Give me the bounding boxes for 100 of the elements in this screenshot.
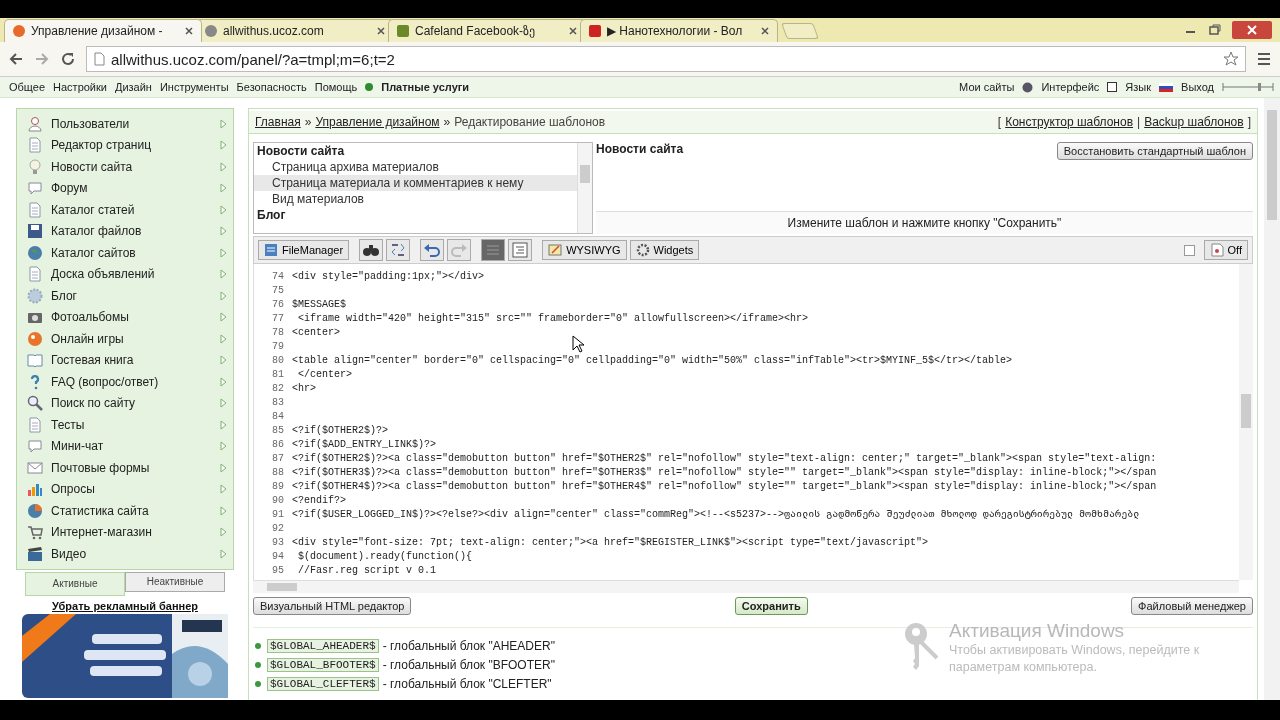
undo-icon[interactable] xyxy=(420,239,445,261)
sidebar-item[interactable]: Блог xyxy=(23,285,227,307)
file-manager-button[interactable]: FileManager xyxy=(258,240,350,260)
sidebar-item[interactable]: Интернет-магазин xyxy=(23,521,227,543)
menu-item[interactable]: Мои сайты xyxy=(959,81,1015,93)
restore-icon[interactable] xyxy=(1208,24,1222,36)
menu-item[interactable]: Выход xyxy=(1181,81,1214,93)
visual-editor-button[interactable]: Визуальный HTML редактор xyxy=(253,597,412,615)
close-icon[interactable] xyxy=(569,27,577,35)
sidebar-tab[interactable]: Активные xyxy=(25,571,125,596)
replace-icon[interactable] xyxy=(386,239,411,261)
sidebar-item[interactable]: Статистика сайта xyxy=(23,500,227,522)
line-number: 78 xyxy=(271,326,285,340)
restore-button[interactable]: Восстановить стандартный шаблон xyxy=(1056,142,1253,160)
template-item[interactable]: Страница архива материалов xyxy=(254,159,577,175)
sidebar-item[interactable]: Доска объявлений xyxy=(23,263,227,285)
code-line: <table align="center" border="0" cellspacing="0" cellpadding="0" width="50%" class="infTable"><tr>$MYINF_5$</tr></table> xyxy=(292,354,1013,368)
close-icon[interactable] xyxy=(761,27,769,35)
code-line: <center> xyxy=(292,326,340,340)
code-line: <iframe width="420" height="315" src="" frameborder="0" allowfullscreen></iframe><hr> xyxy=(297,312,809,326)
browser-tab[interactable]: ▶ Нанотехнологии - Вол xyxy=(580,19,778,42)
code-line: //Fasr.reg script v 0.1 xyxy=(297,564,437,578)
sidebar-item[interactable]: Форум xyxy=(23,177,227,199)
arrow-icon xyxy=(220,290,227,301)
arrow-icon xyxy=(220,441,227,452)
binoculars-icon[interactable] xyxy=(359,239,384,261)
template-item[interactable]: Страница материала и комментариев к нему xyxy=(254,175,577,191)
save-button[interactable]: Сохранить xyxy=(734,597,808,615)
template-title: Новости сайта xyxy=(596,142,684,156)
sidebar-item[interactable]: Каталог сайтов xyxy=(23,242,227,264)
sidebar-item[interactable]: FAQ (вопрос/ответ) xyxy=(23,371,227,393)
sidebar-item[interactable]: Опросы xyxy=(23,478,227,500)
arrow-icon xyxy=(220,204,227,215)
remove-banner-link[interactable]: Убрать рекламный баннер xyxy=(52,599,198,612)
sidebar-item[interactable]: Гостевая книга xyxy=(23,349,227,371)
close-icon[interactable] xyxy=(185,27,193,35)
browser-tab[interactable]: Управление дизайном - xyxy=(4,19,202,42)
arrow-icon xyxy=(220,355,227,366)
back-icon[interactable] xyxy=(8,51,24,67)
lines-icon[interactable] xyxy=(481,239,506,261)
bullet-icon xyxy=(255,642,261,649)
menu-item[interactable]: Дизайн xyxy=(114,81,152,93)
reload-icon[interactable] xyxy=(60,51,76,67)
slider-icon[interactable] xyxy=(1222,81,1274,93)
close-icon[interactable] xyxy=(377,27,385,35)
template-link[interactable]: Конструктор шаблонов xyxy=(1005,115,1134,129)
code-line: <div style="font-size: 7pt; text-align: center;"><a href="$REGISTER_LINK$"><script type="text/javascript"> xyxy=(292,536,929,550)
menu-item[interactable]: Интерфейс xyxy=(1041,81,1100,93)
sidebar-item[interactable]: Тесты xyxy=(23,414,227,436)
menu-item[interactable]: Общее xyxy=(9,81,46,93)
sidebar-item[interactable]: Редактор страниц xyxy=(23,134,227,156)
line-number: 87 xyxy=(271,452,285,466)
line-number: 84 xyxy=(271,410,285,424)
file-manager-button[interactable]: Файловый менеджер xyxy=(1131,597,1253,615)
address-field[interactable]: allwithus.ucoz.com/panel/?a=tmpl;m=6;t=2 xyxy=(86,46,1246,72)
code-line: <?if($OTHER4$)?><a class="demobutton button" href="$OTHER4$" rel="nofollow" style="" target="_blank"><span style="display: inline-block;"></span xyxy=(292,480,1157,494)
off-toggle[interactable]: Off xyxy=(1203,240,1248,260)
sidebar-item[interactable]: Пользователи xyxy=(23,113,227,135)
sidebar-item[interactable]: Почтовые формы xyxy=(23,457,227,479)
person-icon xyxy=(27,115,43,132)
code-line: <?if($OTHER2$)?><a class="demobutton button" href="$OTHER2$" rel="nofollow" style="text-align: center;" target="_blank"><span style="text-align: xyxy=(292,452,1157,466)
scrollbar[interactable] xyxy=(253,580,1239,593)
template-link[interactable]: Backup шаблонов xyxy=(1144,115,1244,129)
template-item[interactable]: Вид материалов xyxy=(254,191,577,207)
menu-item[interactable]: Платные услуги xyxy=(381,81,470,93)
sidebar-item[interactable]: Видео xyxy=(23,543,227,565)
menu-icon[interactable] xyxy=(1256,51,1272,67)
sidebar-item[interactable]: Поиск по сайту xyxy=(23,392,227,414)
speech-bubble-icon xyxy=(27,180,43,197)
menu-item[interactable]: Настройки xyxy=(53,81,107,93)
indent-icon[interactable] xyxy=(508,239,533,261)
close-icon[interactable] xyxy=(1232,21,1272,39)
flag-icon xyxy=(1159,82,1174,92)
menu-item[interactable]: Язык xyxy=(1125,81,1152,93)
sidebar-tab[interactable]: Неактивные xyxy=(125,571,225,592)
sidebar-item[interactable]: Онлайн игры xyxy=(23,328,227,350)
bullet-icon xyxy=(255,661,261,668)
sidebar-item[interactable]: Каталог файлов xyxy=(23,220,227,242)
scrollbar[interactable] xyxy=(577,143,592,233)
menu-item[interactable]: Инструменты xyxy=(159,81,229,93)
checkbox[interactable] xyxy=(1183,244,1195,256)
sidebar-item[interactable]: Фотоальбомы xyxy=(23,306,227,328)
widgets-button[interactable]: Widgets xyxy=(629,240,700,260)
clapperboard-icon xyxy=(27,545,43,562)
menu-item[interactable]: Безопасность xyxy=(236,81,307,93)
scrollbar[interactable] xyxy=(1239,264,1253,580)
sidebar-item[interactable]: Мини-чат xyxy=(23,435,227,457)
breadcrumb-link[interactable]: Управление дизайном xyxy=(315,115,440,129)
menu-item[interactable]: Помощь xyxy=(314,81,358,93)
star-icon[interactable] xyxy=(1223,51,1239,67)
line-number: 81 xyxy=(271,368,285,382)
wysiwyg-button[interactable]: WYSIWYG xyxy=(542,240,627,260)
breadcrumb-link[interactable]: Главная xyxy=(255,115,301,129)
scrollbar[interactable] xyxy=(1264,98,1280,700)
sidebar-item[interactable]: Новости сайта xyxy=(23,156,227,178)
arrow-icon xyxy=(220,247,227,258)
sidebar-item[interactable]: Каталог статей xyxy=(23,199,227,221)
arrow-icon xyxy=(220,376,227,387)
activation-title: Активация Windows xyxy=(949,620,1126,642)
code-tag: $GLOBAL_CLEFTER$ xyxy=(267,676,379,691)
